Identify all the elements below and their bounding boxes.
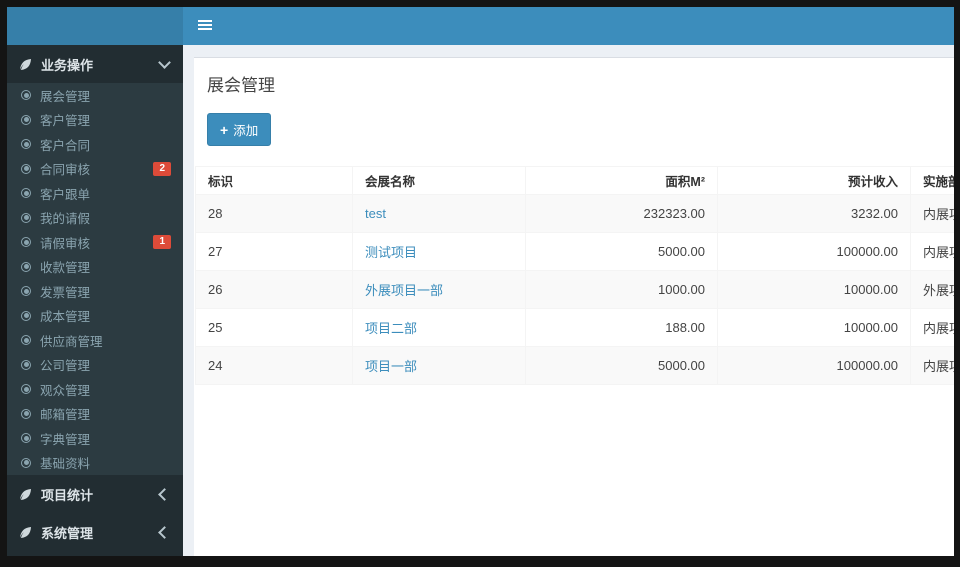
cell-area: 1000.00: [525, 270, 718, 309]
exhibition-table: 标识 会展名称 面积M² 预计收入 实施部门 28 test 232323.00…: [195, 166, 954, 385]
sidebar-item-audience-mgmt[interactable]: 观众管理: [7, 377, 183, 402]
sidebar-section-label: 项目统计: [41, 487, 94, 503]
sidebar-item-customer-followup[interactable]: 客户跟单: [7, 181, 183, 206]
plus-icon: +: [220, 121, 229, 138]
content-box: 展会管理 + 添加 标识 会展名称 面积M² 预计收入 实施部门: [194, 57, 954, 556]
circle-icon: [21, 163, 31, 174]
cell-area: 5000.00: [525, 232, 718, 271]
circle-icon: [21, 310, 31, 321]
sidebar: 业务操作 展会管理 客户管理 客户合同 合同审核 2 客户跟单 我的请假 请假审核…: [7, 45, 183, 556]
cell-revenue: 10000.00: [717, 308, 911, 347]
navbar: [183, 7, 954, 45]
cell-revenue: 3232.00: [717, 194, 911, 233]
sidebar-section-label: 业务操作: [41, 57, 94, 73]
sidebar-item-payment-mgmt[interactable]: 收款管理: [7, 255, 183, 280]
sidebar-section-system-mgmt[interactable]: 系统管理: [7, 513, 183, 551]
sidebar-submenu: 展会管理 客户管理 客户合同 合同审核 2 客户跟单 我的请假 请假审核 1 收款管…: [7, 83, 183, 475]
cell-dept: 内展项目: [910, 308, 954, 347]
table-row: 28 test 232323.00 3232.00 内展项目: [195, 194, 954, 233]
sidebar-toggle-menu-icon[interactable]: [198, 20, 212, 22]
sidebar-item-my-leave[interactable]: 我的请假: [7, 206, 183, 231]
page-title: 展会管理: [207, 76, 275, 95]
sidebar-section-project-stats[interactable]: 项目统计: [7, 475, 183, 513]
circle-icon: [21, 212, 31, 223]
cell-revenue: 10000.00: [717, 270, 911, 309]
circle-icon: [21, 335, 31, 346]
cell-revenue: 100000.00: [717, 346, 911, 385]
logo-area: [7, 7, 183, 45]
cell-dept: 内展项目: [910, 194, 954, 233]
col-header-id: 标识: [195, 166, 353, 195]
add-button-label: 添加: [233, 124, 259, 138]
chevron-left-icon: [158, 487, 171, 501]
col-header-dept: 实施部门: [910, 166, 954, 195]
count-badge: 2: [153, 161, 171, 176]
table-header-row: 标识 会展名称 面积M² 预计收入 实施部门: [195, 166, 954, 195]
cell-id: 24: [195, 346, 353, 385]
cell-revenue: 100000.00: [717, 232, 911, 271]
cell-id: 27: [195, 232, 353, 271]
circle-icon: [21, 90, 31, 101]
sidebar-item-cost-mgmt[interactable]: 成本管理: [7, 304, 183, 329]
sidebar-item-leave-review[interactable]: 请假审核 1: [7, 230, 183, 255]
table-row: 26 外展项目一部 1000.00 10000.00 外展项目: [195, 270, 954, 309]
sidebar-item-exhibition-mgmt[interactable]: 展会管理: [7, 83, 183, 108]
sidebar-section-label: 系统管理: [41, 525, 94, 541]
sidebar-item-dictionary-mgmt[interactable]: 字典管理: [7, 426, 183, 451]
add-button[interactable]: + 添加: [207, 113, 272, 146]
exhibition-link[interactable]: test: [365, 206, 386, 221]
cell-id: 28: [195, 194, 353, 233]
sidebar-item-mailbox-mgmt[interactable]: 邮箱管理: [7, 402, 183, 427]
sidebar-item-customer-mgmt[interactable]: 客户管理: [7, 108, 183, 133]
cell-dept: 内展项目: [910, 346, 954, 385]
cell-id: 26: [195, 270, 353, 309]
table-row: 24 项目一部 5000.00 100000.00 内展项目: [195, 346, 954, 385]
circle-icon: [21, 261, 31, 272]
col-header-name: 会展名称: [352, 166, 526, 195]
sidebar-section-business-ops[interactable]: 业务操作: [7, 45, 183, 83]
cell-area: 5000.00: [525, 346, 718, 385]
circle-icon: [21, 359, 31, 370]
sidebar-item-company-mgmt[interactable]: 公司管理: [7, 353, 183, 378]
leaf-icon: [19, 488, 32, 501]
col-header-area: 面积M²: [525, 166, 718, 195]
circle-icon: [21, 139, 31, 150]
circle-icon: [21, 433, 31, 444]
circle-icon: [21, 114, 31, 125]
count-badge: 1: [153, 235, 171, 250]
circle-icon: [21, 384, 31, 395]
leaf-icon: [19, 526, 32, 539]
exhibition-link[interactable]: 外展项目一部: [365, 283, 443, 298]
sidebar-item-basic-data[interactable]: 基础资料: [7, 451, 183, 476]
circle-icon: [21, 286, 31, 297]
circle-icon: [21, 408, 31, 419]
cell-area: 232323.00: [525, 194, 718, 233]
circle-icon: [21, 188, 31, 199]
table-row: 27 测试项目 5000.00 100000.00 内展项目: [195, 232, 954, 271]
main-content: 展会管理 + 添加 标识 会展名称 面积M² 预计收入 实施部门: [183, 45, 954, 556]
circle-icon: [21, 457, 31, 468]
top-bar: [7, 7, 954, 45]
circle-icon: [21, 237, 31, 248]
exhibition-link[interactable]: 测试项目: [365, 245, 417, 260]
cell-dept: 内展项目: [910, 232, 954, 271]
sidebar-item-customer-contract[interactable]: 客户合同: [7, 132, 183, 157]
cell-id: 25: [195, 308, 353, 347]
cell-area: 188.00: [525, 308, 718, 347]
exhibition-link[interactable]: 项目一部: [365, 359, 417, 374]
chevron-left-icon: [158, 525, 171, 539]
sidebar-item-invoice-mgmt[interactable]: 发票管理: [7, 279, 183, 304]
app-window: 业务操作 展会管理 客户管理 客户合同 合同审核 2 客户跟单 我的请假 请假审核…: [7, 7, 954, 556]
sidebar-item-contract-review[interactable]: 合同审核 2: [7, 157, 183, 182]
table-row: 25 项目二部 188.00 10000.00 内展项目: [195, 308, 954, 347]
col-header-revenue: 预计收入: [717, 166, 911, 195]
leaf-icon: [19, 58, 32, 71]
exhibition-link[interactable]: 项目二部: [365, 321, 417, 336]
chevron-down-icon: [158, 56, 171, 69]
cell-dept: 外展项目: [910, 270, 954, 309]
sidebar-item-supplier-mgmt[interactable]: 供应商管理: [7, 328, 183, 353]
